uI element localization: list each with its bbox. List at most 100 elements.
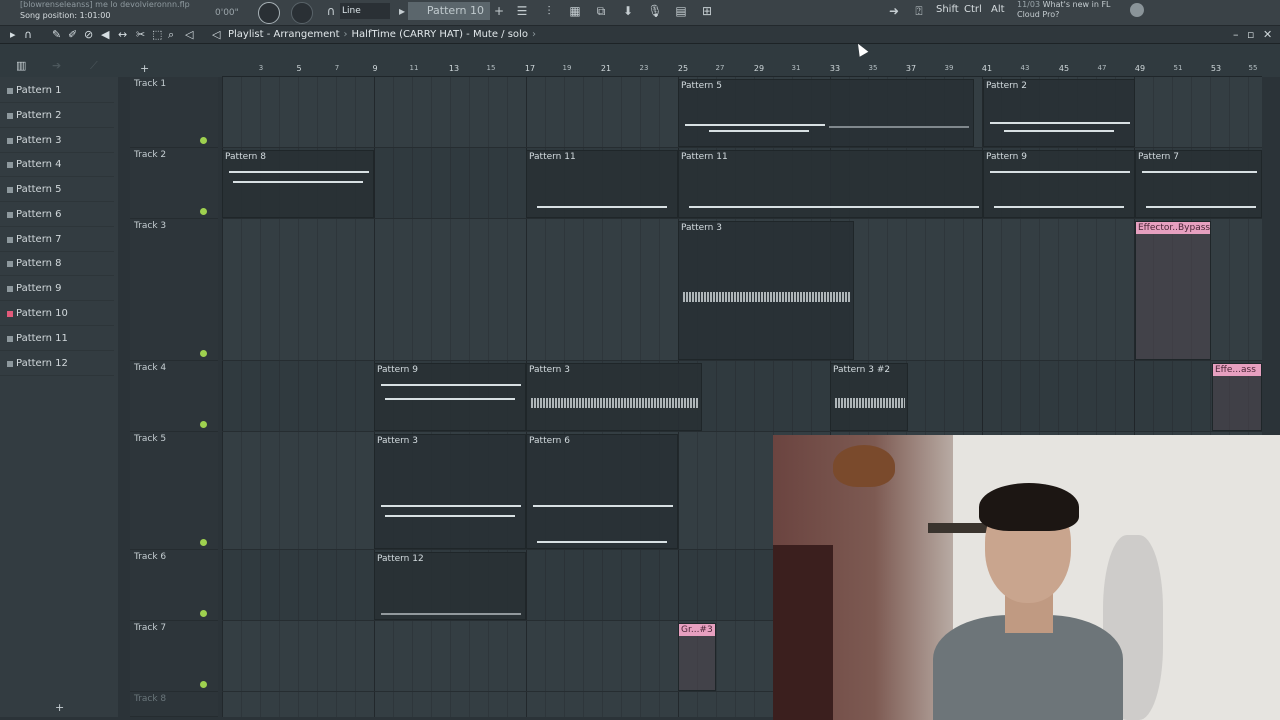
news-panel[interactable]: 11/03 What's new in FL Cloud Pro? (1017, 0, 1111, 20)
slice-tool-icon[interactable]: ✂ (136, 28, 145, 41)
track-header[interactable]: Track 1 (130, 77, 218, 148)
piano-roll-icon[interactable]: ⧉ (592, 3, 610, 19)
picker-item[interactable]: Pattern 11 (0, 327, 114, 351)
bar-label: 47 (1097, 64, 1107, 72)
browser-icon[interactable]: ▤ (672, 3, 690, 19)
help-icon[interactable]: ⍰ (910, 3, 928, 19)
timeline-ruler[interactable]: 5 9 13 17 21 25 29 33 37 41 45 49 53 3 7… (222, 62, 1262, 77)
picker-item[interactable]: Pattern 12 (0, 352, 114, 376)
main-volume-knob[interactable] (258, 2, 280, 24)
picker-item[interactable]: Pattern 7 (0, 228, 114, 252)
webcam-overlay (773, 435, 1280, 720)
pattern-clip[interactable]: Pattern 7 (1135, 150, 1262, 218)
main-pitch-knob[interactable] (291, 2, 313, 24)
track-enable-led[interactable] (200, 421, 207, 428)
pattern-clip[interactable]: Pattern 9 (374, 363, 526, 431)
breadcrumb-pattern[interactable]: HalfTime (CARRY HAT) - Mute / solo (352, 29, 528, 40)
audio-clip[interactable]: Pattern 3 (678, 221, 854, 360)
track-enable-led[interactable] (200, 681, 207, 688)
pattern-clip[interactable]: Pattern 9 (983, 150, 1135, 218)
note (381, 613, 521, 615)
track-header[interactable]: Track 4 (130, 361, 218, 432)
news-date: 11/03 (1017, 0, 1041, 9)
close-icon[interactable]: ✕ (1263, 28, 1272, 41)
picker-item[interactable]: Pattern 2 (0, 104, 114, 128)
pattern-clip[interactable]: Pattern 6 (526, 434, 678, 549)
plugin-icon[interactable]: ⬇ (619, 3, 637, 19)
picker-arrow-icon[interactable]: ➔ (52, 59, 61, 72)
arrow-right-icon[interactable]: ➜ (885, 3, 903, 19)
snap-mode-selector[interactable]: Line (340, 3, 390, 19)
magnet-icon[interactable]: ∩ (322, 3, 340, 19)
pattern-clip[interactable]: Pattern 12 (374, 552, 526, 620)
track-header[interactable]: Track 2 (130, 148, 218, 219)
pattern-marker (7, 162, 13, 168)
pattern-clip[interactable]: Pattern 2 (983, 79, 1135, 147)
select-tool-icon[interactable]: ⬚ (152, 28, 162, 41)
picker-item[interactable]: Pattern 9 (0, 277, 114, 301)
project-tree-icon[interactable]: ⊞ (698, 3, 716, 19)
track-enable-led[interactable] (200, 610, 207, 617)
picker-item[interactable]: Pattern 10 (0, 302, 114, 326)
delete-tool-icon[interactable]: ⊘ (84, 28, 93, 41)
clip-label: Pattern 9 (986, 152, 1027, 162)
maximize-icon[interactable]: ▫ (1247, 28, 1254, 41)
add-pattern-icon[interactable]: + (55, 701, 64, 714)
audio-clip[interactable]: Pattern 3 (526, 363, 702, 431)
bar-label: 31 (791, 64, 801, 72)
pattern-marker (7, 212, 13, 218)
mixer-icon[interactable]: ⫶ (540, 3, 558, 19)
alt-key-indicator: Alt (991, 4, 1005, 15)
add-pattern-icon[interactable]: + (490, 3, 508, 19)
breadcrumb-window[interactable]: Playlist - Arrangement (228, 29, 340, 40)
picker-item[interactable]: Pattern 8 (0, 252, 114, 276)
picker-item[interactable]: Pattern 4 (0, 153, 114, 177)
draw-tool-icon[interactable]: ✎ (52, 28, 61, 41)
picker-item[interactable]: Pattern 3 (0, 129, 114, 153)
channel-rack-icon[interactable]: ▦ (566, 3, 584, 19)
mute-tool-icon[interactable]: ◀ (101, 28, 109, 41)
pattern-marker (7, 311, 13, 317)
track-header[interactable]: Track 6 (130, 550, 218, 621)
picker-item[interactable]: Pattern 6 (0, 203, 114, 227)
pattern-clip[interactable]: Pattern 11 (526, 150, 678, 218)
picker-pencil-icon[interactable]: ⟋ (90, 59, 98, 73)
slip-tool-icon[interactable]: ↔ (118, 28, 127, 41)
speaker-icon[interactable]: ◁ (212, 28, 220, 41)
microphone-icon[interactable]: 🎙 (646, 3, 664, 19)
menu-arrow-icon[interactable]: ▸ (10, 28, 16, 41)
add-track-icon[interactable]: + (140, 62, 149, 75)
playback-tool-icon[interactable]: ◁ (185, 28, 193, 41)
pattern-selector[interactable]: Pattern 10 (408, 2, 490, 20)
pattern-clip[interactable]: Pattern 8 (222, 150, 374, 218)
playlist-icon[interactable]: ☰ (513, 3, 531, 19)
track-header[interactable]: Track 7 (130, 621, 218, 692)
piano-icon[interactable]: ▥ (16, 59, 26, 72)
time-display[interactable]: 0'00" (215, 8, 239, 18)
picker-item[interactable]: Pattern 5 (0, 178, 114, 202)
automation-clip[interactable]: Gr...#3 (678, 623, 716, 691)
track-header[interactable]: Track 5 (130, 432, 218, 550)
picker-item[interactable]: Pattern 1 (0, 79, 114, 103)
pattern-clip[interactable]: Pattern 3 (374, 434, 526, 549)
automation-clip[interactable]: Effector..Bypass (1135, 221, 1211, 360)
pattern-clip[interactable]: Pattern 11 (678, 150, 983, 218)
minimize-icon[interactable]: – (1233, 28, 1239, 41)
track-enable-led[interactable] (200, 137, 207, 144)
ctrl-key-indicator: Ctrl (964, 4, 982, 15)
track-header[interactable]: Track 3 (130, 219, 218, 361)
note (1146, 206, 1256, 208)
globe-icon[interactable] (1130, 3, 1144, 17)
track-enable-led[interactable] (200, 539, 207, 546)
track-enable-led[interactable] (200, 350, 207, 357)
magnet-tool-icon[interactable]: ∩ (24, 28, 32, 41)
track-header[interactable]: Track 8 (130, 692, 218, 717)
audio-clip[interactable]: Pattern 3 #2 (830, 363, 908, 431)
picker-item-label: Pattern 6 (16, 209, 62, 220)
zoom-tool-icon[interactable]: ⌕ (168, 28, 174, 42)
picker-item-label: Pattern 8 (16, 258, 62, 269)
track-enable-led[interactable] (200, 208, 207, 215)
automation-clip[interactable]: Effe...ass (1212, 363, 1262, 431)
paint-tool-icon[interactable]: ✐ (68, 28, 77, 41)
pattern-clip[interactable]: Pattern 5 (678, 79, 974, 147)
